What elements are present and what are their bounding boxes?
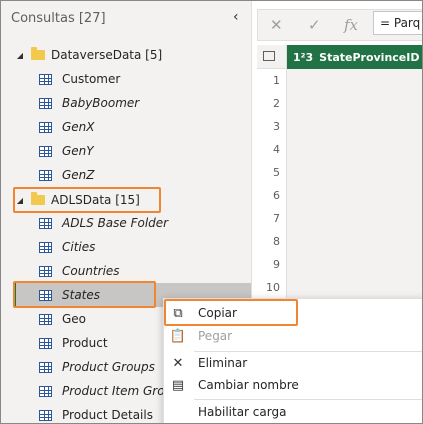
grid-cell[interactable]	[287, 115, 422, 139]
row-number[interactable]: 10	[257, 276, 287, 300]
query-item[interactable]: Countries	[39, 259, 289, 283]
query-item[interactable]: GenZ	[39, 163, 289, 187]
table-icon	[39, 337, 52, 349]
delete-icon: ✕	[172, 355, 184, 371]
menu-item-label: Eliminar	[198, 356, 248, 370]
confirm-icon[interactable]: ✓	[308, 16, 321, 34]
row-number[interactable]: 1	[257, 69, 287, 93]
menu-item-label: Habilitar carga	[198, 405, 287, 419]
table-icon	[39, 361, 52, 373]
grid-cell[interactable]	[287, 92, 422, 116]
grid-cell[interactable]	[287, 276, 422, 300]
grid-cell[interactable]	[287, 207, 422, 231]
table-icon	[39, 169, 52, 181]
highlight-box-states	[13, 281, 156, 308]
table-icon	[39, 265, 52, 277]
table-icon	[39, 313, 52, 325]
grid-corner[interactable]	[257, 45, 287, 69]
row-number[interactable]: 6	[257, 184, 287, 208]
grid-cell[interactable]	[287, 230, 422, 254]
query-item[interactable]: Cities	[39, 235, 289, 259]
query-label: Geo	[62, 312, 87, 326]
query-label: Product	[62, 336, 108, 350]
folder-icon	[31, 47, 45, 60]
query-label: Cities	[62, 240, 96, 254]
tree-group-dataverse[interactable]: ◢ DataverseData [5]	[15, 43, 265, 67]
query-label: Customer	[62, 72, 121, 86]
menu-item-enable-load[interactable]: Habilitar carga	[164, 400, 422, 423]
cancel-icon[interactable]: ✕	[270, 16, 283, 34]
row-number[interactable]: 8	[257, 230, 287, 254]
query-label: Product Groups	[62, 360, 155, 374]
menu-item-label: Pegar	[198, 329, 233, 343]
power-query-window: Consultas [27] ‹ ◢ DataverseData [5] Cus…	[0, 0, 423, 424]
query-item[interactable]: BabyBoomer	[39, 91, 289, 115]
query-label: BabyBoomer	[62, 96, 140, 110]
table-icon	[39, 217, 52, 229]
row-number[interactable]: 7	[257, 207, 287, 231]
context-menu: ⧉ Copiar 📋 Pegar ✕ Eliminar ▤ Cambiar no…	[163, 298, 422, 423]
table-icon	[39, 73, 52, 85]
table-icon	[39, 97, 52, 109]
grid-cell[interactable]	[287, 253, 422, 277]
query-item[interactable]: ADLS Base Folder	[39, 211, 289, 235]
number-type-icon[interactable]: 1²3	[293, 51, 313, 64]
queries-pane-title: Consultas [27]	[11, 11, 106, 26]
caret-down-icon[interactable]: ◢	[15, 51, 25, 60]
fx-icon[interactable]: fx	[344, 16, 358, 34]
table-icon	[39, 241, 52, 253]
query-item[interactable]: GenX	[39, 115, 289, 139]
menu-item-rename[interactable]: ▤ Cambiar nombre	[164, 373, 422, 397]
column-header-label: StateProvinceID	[319, 50, 420, 64]
query-item[interactable]: Customer	[39, 67, 289, 91]
menu-item-delete[interactable]: ✕ Eliminar	[164, 351, 422, 375]
query-item[interactable]: GenY	[39, 139, 289, 163]
group-label: DataverseData [5]	[51, 48, 163, 62]
highlight-box-adls	[13, 187, 161, 213]
column-header-stateprovinceid[interactable]: 1²3 StateProvinceID	[287, 45, 422, 69]
query-label: GenY	[62, 144, 94, 158]
grid-cell[interactable]	[287, 184, 422, 208]
row-number[interactable]: 5	[257, 161, 287, 185]
row-number[interactable]: 9	[257, 253, 287, 277]
grid-cell[interactable]	[287, 69, 422, 93]
menu-item-label: Cambiar nombre	[198, 378, 299, 392]
query-label: GenX	[62, 120, 95, 134]
query-label: ADLS Base Folder	[62, 216, 169, 230]
paste-icon: 📋	[169, 328, 187, 344]
table-icon	[39, 385, 52, 397]
table-icon	[39, 409, 52, 421]
table-icon	[39, 145, 52, 157]
query-label: Product Details	[62, 408, 153, 422]
rename-icon: ▤	[171, 377, 185, 393]
row-number[interactable]: 3	[257, 115, 287, 139]
table-menu-icon[interactable]	[263, 51, 275, 61]
formula-input[interactable]: = Parq	[373, 11, 422, 35]
menu-item-paste: 📋 Pegar	[164, 324, 422, 348]
query-label: GenZ	[62, 168, 95, 182]
grid-cell[interactable]	[287, 161, 422, 185]
chevron-left-icon[interactable]: ‹	[233, 9, 239, 25]
table-icon	[39, 121, 52, 133]
highlight-box-copy	[164, 299, 298, 326]
grid-cell[interactable]	[287, 138, 422, 162]
query-label: Countries	[62, 264, 120, 278]
row-number[interactable]: 4	[257, 138, 287, 162]
row-number[interactable]: 2	[257, 92, 287, 116]
